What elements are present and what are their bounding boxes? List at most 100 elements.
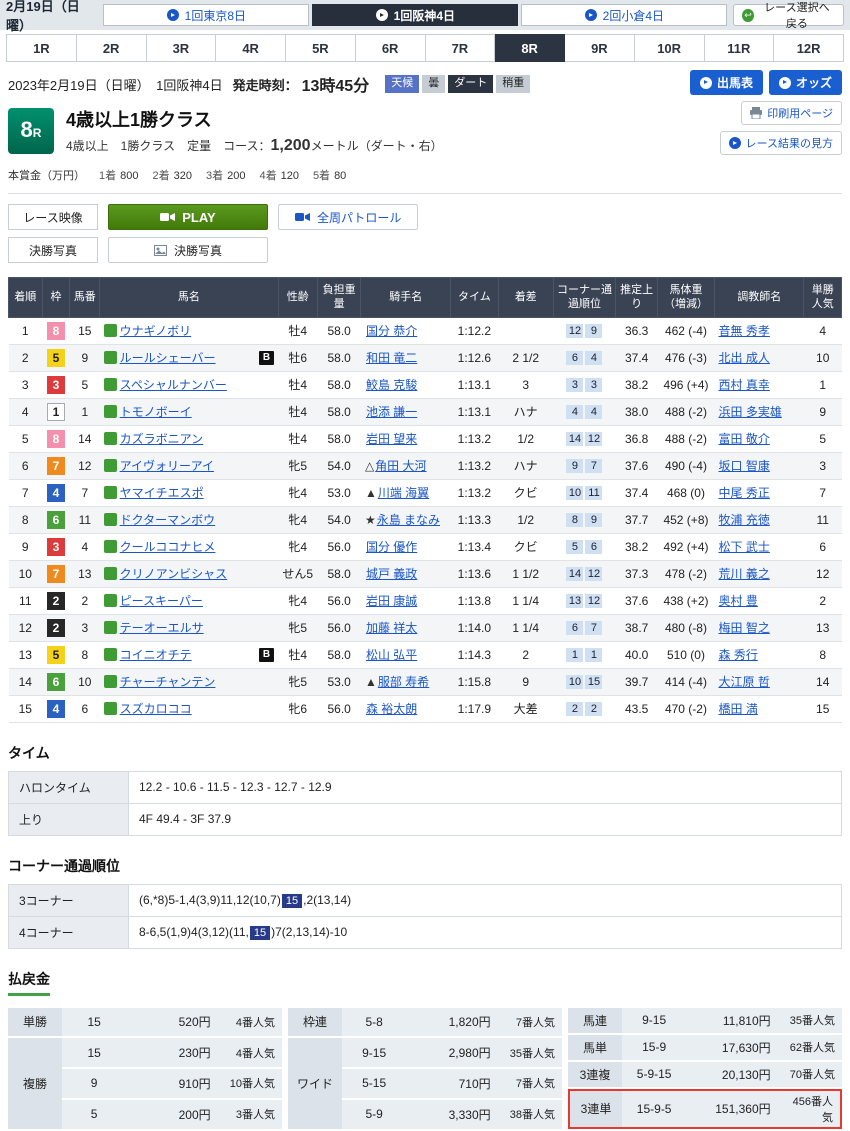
finish-position: 12 (9, 614, 43, 641)
win-favorite: 6 (804, 533, 842, 560)
jockey-link[interactable]: 岩田 康誠 (366, 594, 417, 608)
trainer-cell: 荒川 義之 (714, 560, 803, 587)
trainer-link[interactable]: 音無 秀孝 (718, 324, 769, 338)
race-tab[interactable]: 5R (286, 34, 356, 62)
jockey-link[interactable]: 城戸 義政 (366, 567, 417, 581)
race-tab[interactable]: 3R (147, 34, 217, 62)
result-row: 15 4 6 スズカロココ 牝6 56.0 森 裕太朗 1:17.9 大差 22… (9, 695, 842, 722)
horse-name-link[interactable]: ヤマイチエスポ (120, 486, 204, 500)
prize-amount: 80 (334, 170, 346, 182)
horse-name-link[interactable]: スズカロココ (120, 702, 192, 716)
horse-name-link[interactable]: カズラボニアン (120, 432, 204, 446)
horse-name-cell: ドクターマンボウ (100, 506, 278, 533)
trainer-link[interactable]: 中尾 秀正 (718, 486, 769, 500)
trainer-link[interactable]: 森 秀行 (718, 648, 757, 662)
horse-name-link[interactable]: アイヴォリーアイ (120, 459, 214, 473)
jockey-link[interactable]: 池添 謙一 (366, 405, 417, 419)
race-tab[interactable]: 11R (705, 34, 775, 62)
play-button[interactable]: PLAY (108, 204, 268, 230)
trainer-link[interactable]: 西村 真幸 (718, 378, 769, 392)
prize-rank: 3着 (206, 170, 223, 182)
meeting-tab[interactable]: 2回小倉4日 (521, 4, 727, 26)
odds-button[interactable]: オッズ (769, 70, 842, 95)
frame-badge: 7 (47, 565, 65, 583)
horse-name-link[interactable]: ドクターマンボウ (120, 513, 216, 527)
finish-photo-button[interactable]: 決勝写真 (108, 237, 268, 263)
horse-name-link[interactable]: トモノボーイ (120, 405, 192, 419)
jockey-cell: ▲川端 海翼 (361, 479, 451, 506)
trainer-link[interactable]: 北出 成人 (718, 351, 769, 365)
race-conditions: 4歳以上 1勝クラス 定量 コース：1,200メートル（ダート・右） (66, 137, 443, 155)
jockey-link[interactable]: 森 裕太朗 (366, 702, 417, 716)
race-tab[interactable]: 9R (565, 34, 635, 62)
results-guide-button[interactable]: レース結果の見方 (720, 131, 842, 155)
trainer-link[interactable]: 松下 武士 (718, 540, 769, 554)
corner-pos-3c: 12 (566, 324, 583, 338)
race-tab[interactable]: 12R (774, 34, 844, 62)
jockey-link[interactable]: 角田 大河 (375, 459, 426, 473)
jockey-link[interactable]: 松山 弘平 (366, 648, 417, 662)
corner-section-heading: コーナー通過順位 (8, 856, 842, 876)
trainer-link[interactable]: 荒川 義之 (718, 567, 769, 581)
race-tab[interactable]: 1R (6, 34, 77, 62)
horse-name-link[interactable]: ルールシェーバー (120, 351, 216, 365)
corner-pos-4c: 11 (585, 486, 602, 500)
meeting-tab[interactable]: 1回阪神4日 (312, 4, 518, 26)
jockey-cell: 鮫島 克駿 (361, 371, 451, 398)
trainer-link[interactable]: 大江原 哲 (718, 675, 769, 689)
horse-name-link[interactable]: クールココナヒメ (120, 540, 216, 554)
corner-order: 8-6,5(1,9)4(3,12)(11,15)7(2,13,14)-10 (129, 916, 842, 948)
trainer-link[interactable]: 梅田 智之 (718, 621, 769, 635)
margin: 3 (498, 371, 553, 398)
guide-button-label: レース結果の見方 (746, 135, 833, 151)
result-row: 4 1 1 トモノボーイ 牡4 58.0 池添 謙一 1:13.1 ハナ 44 … (9, 398, 842, 425)
trainer-link[interactable]: 浜田 多実雄 (718, 405, 781, 419)
jockey-cell: ▲服部 寿希 (361, 668, 451, 695)
horse-name-link[interactable]: コイニオチテ (120, 648, 192, 662)
entries-button[interactable]: 出馬表 (690, 70, 763, 95)
corner-pos-3c: 13 (566, 594, 583, 608)
popularity: 4番人気 (218, 1008, 282, 1037)
trainer-link[interactable]: 奥村 豊 (718, 594, 757, 608)
race-tab[interactable]: 4R (216, 34, 286, 62)
horse-name-link[interactable]: クリノアンビシャス (120, 567, 228, 581)
horse-mark-icon (104, 540, 117, 553)
back-to-race-select-button[interactable]: レース選択へ戻る (733, 4, 844, 26)
jockey-link[interactable]: 川端 海翼 (378, 486, 429, 500)
race-tab[interactable]: 2R (77, 34, 147, 62)
apprentice-mark: ▲ (365, 675, 377, 689)
print-page-button[interactable]: 印刷用ページ (741, 101, 842, 125)
trainer-link[interactable]: 富田 敬介 (718, 432, 769, 446)
last-3f: 37.7 (616, 506, 658, 533)
trainer-cell: 梅田 智之 (714, 614, 803, 641)
prize-items: 1着8002着3203着2004着1205着80 (99, 167, 346, 183)
race-tab[interactable]: 7R (426, 34, 496, 62)
jockey-link[interactable]: 加藤 祥太 (366, 621, 417, 635)
horse-name-link[interactable]: チャーチャンテン (120, 675, 216, 689)
horse-name-link[interactable]: ウナギノボリ (120, 324, 192, 338)
jockey-link[interactable]: 鮫島 克駿 (366, 378, 417, 392)
body-weight: 496 (+4) (657, 371, 714, 398)
horse-name-link[interactable]: テーオーエルサ (120, 621, 204, 635)
trainer-link[interactable]: 坂口 智康 (718, 459, 769, 473)
last-3f: 37.4 (616, 344, 658, 371)
race-tab[interactable]: 10R (635, 34, 705, 62)
video-camera-icon (160, 212, 175, 222)
corner-label: 4コーナー (9, 916, 129, 948)
horse-name-link[interactable]: ピースキーパー (120, 594, 203, 608)
trainer-link[interactable]: 牧浦 充徳 (718, 513, 769, 527)
jockey-link[interactable]: 国分 恭介 (366, 324, 417, 338)
jockey-link[interactable]: 永島 まなみ (377, 513, 440, 527)
trainer-link[interactable]: 橋田 満 (718, 702, 757, 716)
jockey-link[interactable]: 服部 寿希 (378, 675, 429, 689)
jockey-link[interactable]: 岩田 望来 (366, 432, 417, 446)
patrol-video-button[interactable]: 全周パトロール (278, 204, 418, 230)
horse-name-link[interactable]: スペシャルナンバー (120, 378, 227, 392)
jockey-link[interactable]: 国分 優作 (366, 540, 417, 554)
margin: 2 1/2 (498, 344, 553, 371)
jockey-link[interactable]: 和田 竜二 (366, 351, 417, 365)
frame-cell: 8 (42, 425, 70, 452)
race-tab[interactable]: 6R (356, 34, 426, 62)
race-tab[interactable]: 8R (495, 34, 565, 62)
meeting-tab[interactable]: 1回東京8日 (103, 4, 309, 26)
